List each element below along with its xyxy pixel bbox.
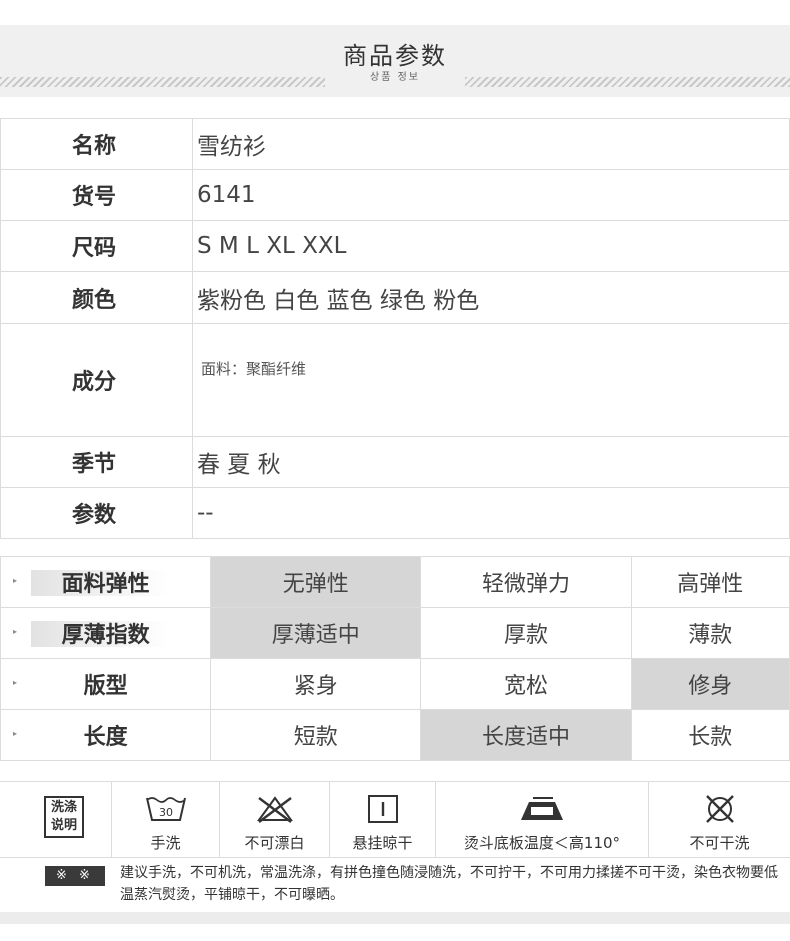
attr-option: 无弹性 [210, 557, 421, 607]
bottom-band [0, 912, 790, 924]
care-label: 不可干洗 [689, 834, 750, 852]
attr-option: 轻微弹力 [420, 557, 630, 607]
info-row-material: 成分 面料：聚酯纤维 [0, 324, 790, 437]
care-note: ※ ※ 建议手洗，不可机洗，常温洗涤，有拼色撞色随浸随洗，不可拧干，不可用力揉搓… [0, 858, 790, 913]
attribute-table: ▸ 面料弹性 无弹性 轻微弹力 高弹性 ▸ 厚薄指数 厚薄适中 厚款 薄款 ▸ … [0, 556, 790, 761]
attr-label-cell: ▸ 厚薄指数 [0, 608, 210, 658]
info-key: 名称 [71, 134, 116, 159]
attr-label-cell: ▸ 版型 [0, 659, 210, 709]
wash-care-section: 洗涤 说明 30 手洗 不可漂白 悬挂晾干 烫斗底板温度＜高110° 不可干洗 … [0, 781, 790, 914]
info-value: S M L XL XXL [192, 221, 790, 271]
care-iron: 烫斗底板温度＜高110° [436, 782, 649, 857]
attr-label-cell: ▸ 长度 [0, 710, 210, 760]
attr-option: 厚薄适中 [210, 608, 421, 658]
care-label: 烫斗底板温度＜高110° [463, 834, 621, 852]
care-title-cell: 洗涤 说明 [0, 782, 112, 857]
info-value: 雪纺衫 [192, 119, 790, 169]
attr-row-thickness: ▸ 厚薄指数 厚薄适中 厚款 薄款 [0, 608, 790, 659]
info-key: 颜色 [71, 287, 116, 313]
attr-option: 长款 [630, 710, 790, 760]
section-subtitle: 상품 정보 [370, 72, 420, 83]
attr-option: 厚款 [420, 608, 630, 658]
info-key: 成分 [71, 370, 116, 395]
info-value: 紫粉色 白色 蓝色 绿色 粉色 [192, 272, 790, 323]
table-frame-left [0, 119, 1, 539]
hang-dry-icon [367, 795, 398, 823]
info-row-sku: 货号 6141 [0, 170, 790, 221]
care-hand-wash: 30 手洗 [112, 782, 220, 857]
attr-row-fit: ▸ 版型 紧身 宽松 修身 [0, 659, 790, 710]
attr-option: 紧身 [210, 659, 420, 709]
info-key: 季节 [71, 452, 116, 477]
no-bleach-icon [256, 796, 293, 823]
info-key: 参数 [71, 503, 116, 528]
attr-label: 版型 [83, 674, 128, 699]
care-label: 手洗 [150, 834, 181, 852]
section-title: 商品参数 [343, 42, 447, 70]
product-info-table: 名称 雪纺衫 货号 6141 尺码 S M L XL XXL 颜色 紫粉色 白色… [0, 118, 790, 539]
attr-label: 长度 [83, 725, 128, 750]
attr-option: 短款 [210, 710, 420, 760]
iron-icon [521, 797, 563, 820]
info-value: 面料：聚酯纤维 [192, 324, 790, 436]
info-key: 尺码 [71, 236, 116, 261]
care-note-text: 建议手洗，不可机洗，常温洗涤，有拼色撞色随浸随洗，不可拧干，不可用力揉搓不可干烫… [120, 865, 778, 903]
attr-option: 宽松 [420, 659, 630, 709]
care-hang-dry: 悬挂晾干 [330, 782, 436, 857]
attr-label: 面料弹性 [61, 572, 150, 597]
info-value: 6141 [192, 170, 790, 220]
info-row-color: 颜色 紫粉色 白色 蓝色 绿色 粉色 [0, 272, 790, 324]
wash-title-line1: 洗涤 [50, 800, 77, 815]
attr-option: 修身 [630, 659, 790, 709]
wash-instructions-label: 洗涤 说明 [44, 796, 84, 838]
attr-option: 薄款 [630, 608, 790, 658]
info-row-params: 参数 -- [0, 488, 790, 539]
attr-label-cell: ▸ 面料弹性 [0, 557, 210, 607]
info-value: -- [192, 488, 790, 538]
no-dry-clean-icon [705, 795, 734, 823]
info-value: 春 夏 秋 [192, 437, 790, 487]
info-row-size: 尺码 S M L XL XXL [0, 221, 790, 272]
attr-row-elasticity: ▸ 面料弹性 无弹性 轻微弹力 高弹性 [0, 557, 790, 608]
note-badge: ※ ※ [45, 866, 105, 886]
attr-option: 高弹性 [630, 557, 790, 607]
attr-row-length: ▸ 长度 短款 长度适中 长款 [0, 710, 790, 761]
attr-option: 长度适中 [420, 710, 631, 760]
care-no-dry-clean: 不可干洗 [649, 782, 790, 857]
info-row-name: 名称 雪纺衫 [0, 119, 790, 170]
care-label: 不可漂白 [244, 834, 305, 852]
care-icons-row: 洗涤 说明 30 手洗 不可漂白 悬挂晾干 烫斗底板温度＜高110° 不可干洗 [0, 782, 790, 858]
care-no-bleach: 不可漂白 [220, 782, 330, 857]
attr-label: 厚薄指数 [61, 623, 150, 648]
care-label: 悬挂晾干 [352, 834, 413, 852]
wash-temp-text: 30 [159, 806, 173, 819]
hand-wash-30-icon: 30 [145, 797, 186, 821]
info-key: 货号 [71, 185, 116, 210]
wash-title-line2: 说明 [50, 818, 77, 833]
info-row-season: 季节 春 夏 秋 [0, 437, 790, 488]
